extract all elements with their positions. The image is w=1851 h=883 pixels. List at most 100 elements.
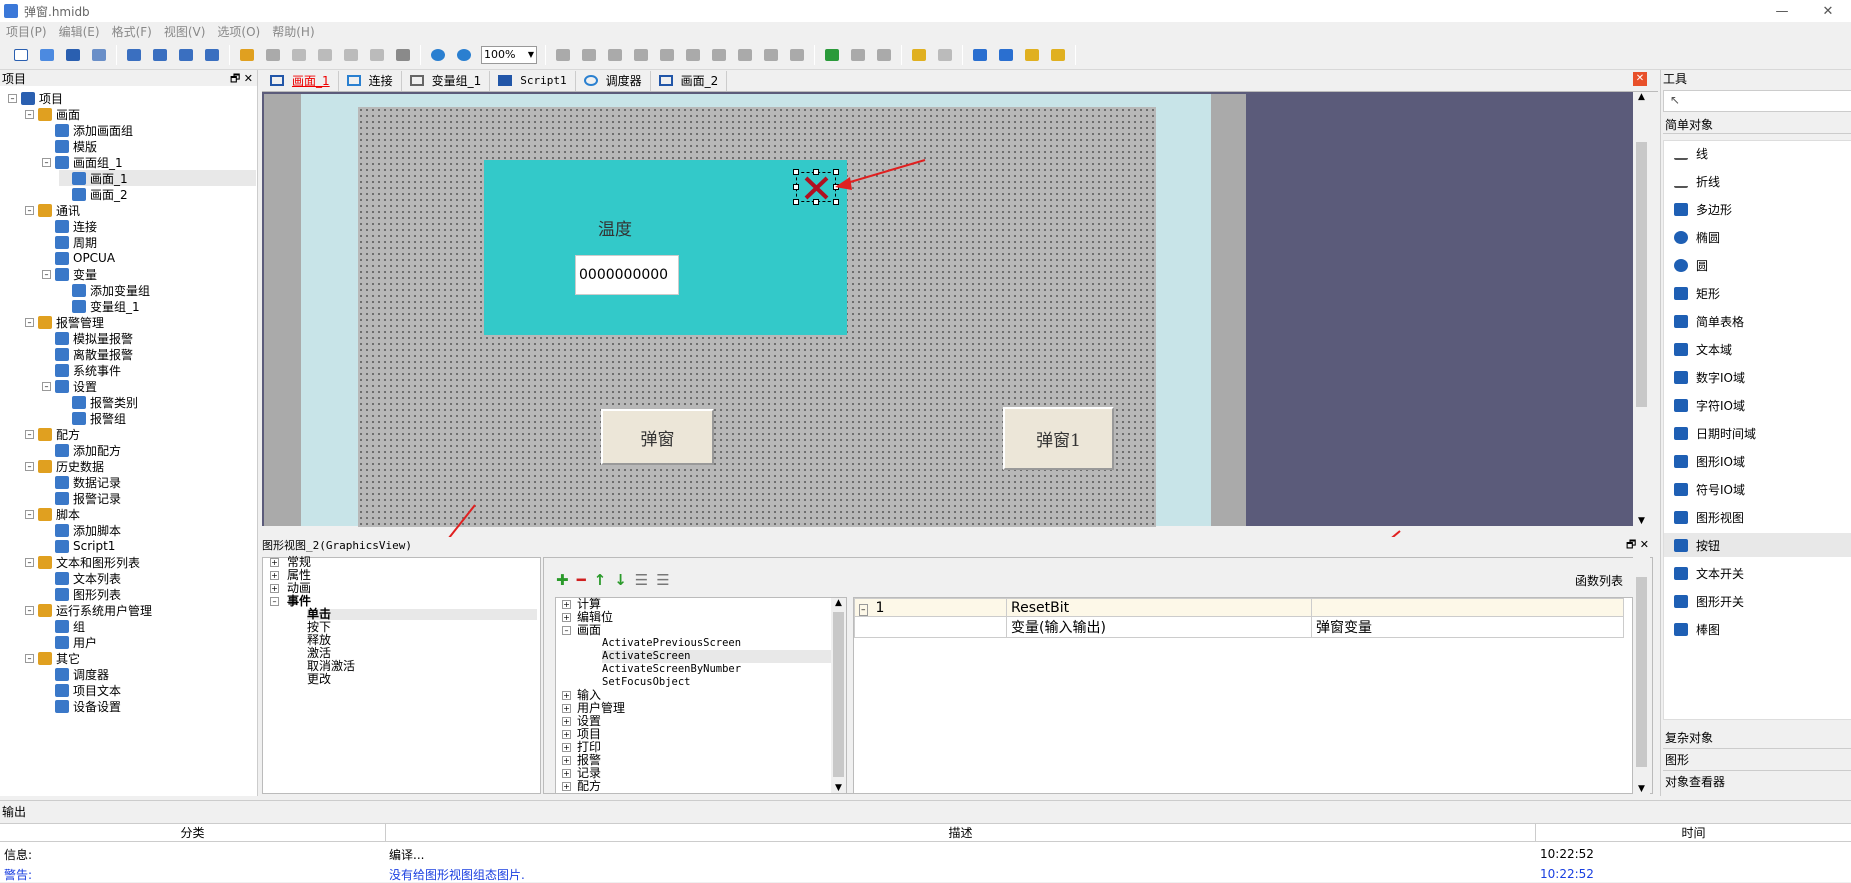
save-icon[interactable] [63,45,83,65]
lock-icon[interactable] [909,45,929,65]
category-item[interactable]: + 属性 [270,569,311,581]
category-item[interactable]: + 常规 [270,556,311,568]
tool-rectangle[interactable]: 矩形 [1674,281,1720,305]
tab-variable-group-1[interactable]: 变量组_1 [402,70,491,91]
open-icon[interactable] [37,45,57,65]
transfer-icon[interactable] [202,45,222,65]
tool-ellipse[interactable]: 椭圆 [1674,225,1720,249]
tool-table[interactable]: 简单表格 [1674,309,1744,333]
tree-item[interactable]: 组 [42,618,85,634]
unlock-icon[interactable] [935,45,955,65]
collapse-icon[interactable]: – [25,205,34,215]
close-graphic-view[interactable] [796,172,836,202]
expand-icon[interactable]: + [562,600,571,609]
collapse-icon[interactable]: – [8,93,17,103]
tree-item[interactable]: 连接 [42,218,97,234]
expand-icon[interactable]: + [562,704,571,713]
tool-bar-graph[interactable]: 棒图 [1674,617,1720,641]
object-viewer-header[interactable]: 对象查看器 [1663,771,1851,793]
expand-icon[interactable]: – [562,626,571,635]
tree-item[interactable]: 模拟量报警 [42,330,133,346]
menu-edit[interactable]: 编辑(E) [59,23,100,40]
col-description[interactable]: 描述 [386,824,1536,841]
same-height-icon[interactable] [735,45,755,65]
tool-numeric-io[interactable]: 数字IO域 [1674,365,1745,389]
simple-objects-header[interactable]: 简单对象 [1663,116,1851,134]
minimize-button[interactable]: — [1759,0,1805,22]
regroup-icon[interactable] [874,45,894,65]
temperature-label[interactable]: 温度 [598,215,632,240]
align-middle-icon[interactable] [657,45,677,65]
function-tree-item[interactable]: – 画面 [562,624,601,637]
collapse-icon[interactable]: – [42,269,51,279]
menu-format[interactable]: 格式(F) [112,23,152,40]
function-tree-item[interactable]: ActivateScreen [602,650,842,663]
remove-function-icon[interactable]: ━ [577,571,586,589]
expand-icon[interactable]: + [270,558,279,567]
align-left-icon[interactable] [553,45,573,65]
graphics-header[interactable]: 图形 [1663,749,1851,771]
tab-scheduler[interactable]: 调度器 [576,70,651,91]
align-bottom-icon[interactable] [683,45,703,65]
collapse-icon[interactable]: – [25,317,34,327]
tree-item[interactable]: 项目文本 [42,682,121,698]
tool-line[interactable]: 线 [1674,141,1708,165]
tool-graphic-switch[interactable]: 图形开关 [1674,589,1744,613]
tree-item[interactable]: 模版 [42,138,97,154]
bring-forward-icon[interactable] [1022,45,1042,65]
tree-item[interactable]: 设备设置 [42,698,121,714]
distribute-icon[interactable] [787,45,807,65]
paste-icon[interactable] [341,45,361,65]
collapse-icon[interactable]: – [25,461,34,471]
tree-item[interactable]: 添加配方 [42,442,121,458]
tree-item[interactable]: 画面_1 [59,170,256,186]
canvas-scrollbar[interactable]: ▲ ▼ [1633,92,1650,526]
tool-circle[interactable]: 圆 [1674,253,1708,277]
tree-item[interactable]: – 运行系统用户管理 [25,602,152,618]
tree-item[interactable]: – 配方 [25,426,80,442]
align-center-icon[interactable] [579,45,599,65]
close-window-button[interactable]: ✕ [1805,0,1851,22]
tree-item[interactable]: 文本列表 [42,570,121,586]
event-item[interactable]: 按下 [307,621,331,633]
close-tab-icon[interactable]: ✕ [1633,72,1647,86]
event-item[interactable]: 激活 [307,647,331,659]
collapse-icon[interactable]: – [42,381,51,391]
tree-item[interactable]: – 画面 [25,106,80,122]
expand-icon[interactable]: + [562,691,571,700]
function-tree-item[interactable]: ActivateScreenByNumber [602,663,741,676]
menu-options[interactable]: 选项(O) [217,23,260,40]
collapse-icon[interactable]: – [25,605,34,615]
outdent-icon[interactable]: ☰ [656,571,669,589]
expand-icon[interactable]: – [270,597,279,606]
pointer-tool[interactable]: ↖ [1663,90,1851,112]
ungroup-icon[interactable] [848,45,868,65]
send-backward-icon[interactable] [1048,45,1068,65]
pin-icon[interactable]: 🗗 [1626,538,1636,551]
tool-datetime[interactable]: 日期时间域 [1674,421,1756,445]
undo-icon[interactable] [237,45,257,65]
tree-item[interactable]: 数据记录 [42,474,121,490]
tool-symbol-io[interactable]: 符号IO域 [1674,477,1745,501]
tree-item[interactable]: 离散量报警 [42,346,133,362]
align-right-icon[interactable] [605,45,625,65]
tree-item[interactable]: – 其它 [25,650,80,666]
simulate-icon[interactable] [176,45,196,65]
category-item[interactable]: + 动画 [270,582,311,594]
tool-graphic-io[interactable]: 图形IO域 [1674,449,1745,473]
tool-char-io[interactable]: 字符IO域 [1674,393,1745,417]
tree-item[interactable]: – 脚本 [25,506,80,522]
col-category[interactable]: 分类 [0,824,386,841]
delete-icon[interactable] [367,45,387,65]
tool-text-switch[interactable]: 文本开关 [1674,561,1744,585]
new-icon[interactable] [11,45,31,65]
send-back-icon[interactable] [996,45,1016,65]
tree-item[interactable]: – 历史数据 [25,458,104,474]
close-panel-icon[interactable]: ✕ [1640,538,1649,551]
tree-item[interactable]: – 变量 [42,266,97,282]
col-time[interactable]: 时间 [1536,824,1851,841]
tree-item[interactable]: 报警类别 [59,394,138,410]
menu-help[interactable]: 帮助(H) [272,23,314,40]
param-value-cell[interactable]: 弹窗变量 [1311,616,1624,638]
event-item[interactable]: 更改 [307,673,331,685]
